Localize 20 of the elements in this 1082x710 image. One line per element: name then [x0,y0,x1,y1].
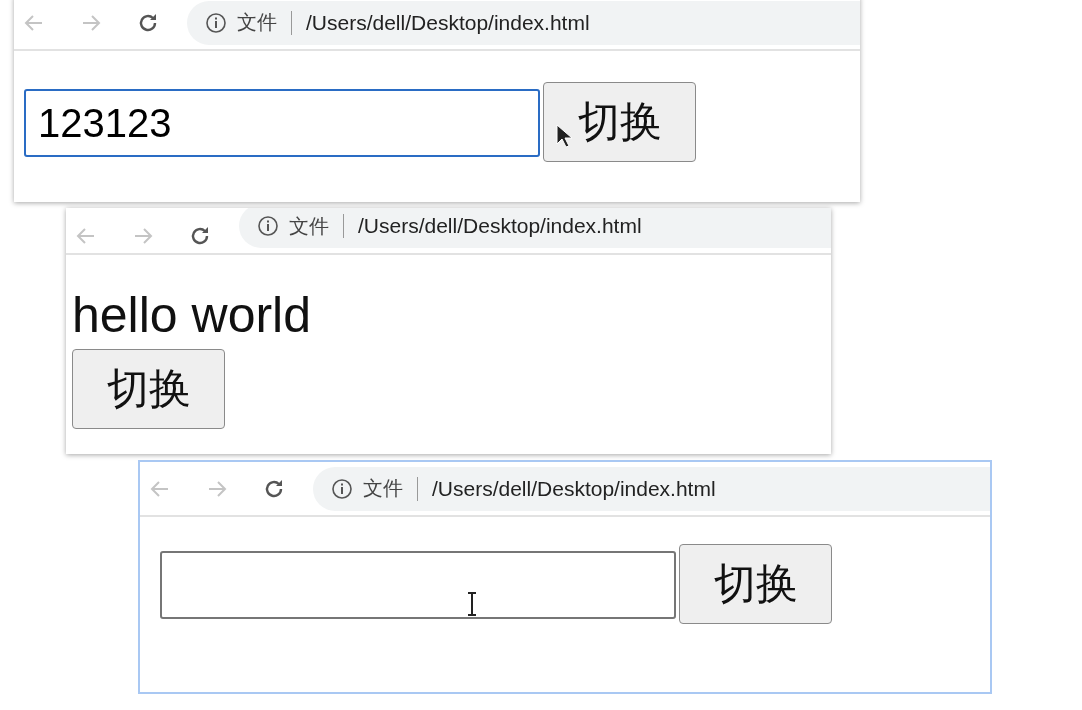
info-icon [331,477,353,500]
switch-button[interactable]: 切换 [72,349,225,429]
info-icon [205,11,227,34]
switch-button[interactable]: 切换 [543,82,696,162]
mouse-pointer-icon [556,124,572,148]
address-bar[interactable]: 文件 /Users/dell/Desktop/index.html [239,208,831,248]
site-info-label: 文件 [363,476,403,501]
switch-button[interactable]: 切换 [679,544,832,624]
text-cursor-icon [466,591,478,617]
text-input[interactable] [160,551,676,619]
text-input[interactable]: 123123 [24,89,540,157]
site-info-label: 文件 [289,213,329,239]
url-text: /Users/dell/Desktop/index.html [358,214,642,238]
address-bar[interactable]: 文件 /Users/dell/Desktop/index.html [313,466,990,511]
url-text: /Users/dell/Desktop/index.html [432,476,716,501]
page-text: hello world [72,286,311,345]
info-icon [257,215,279,237]
url-text: /Users/dell/Desktop/index.html [306,10,590,35]
address-bar[interactable]: 文件 /Users/dell/Desktop/index.html [187,0,860,45]
site-info-label: 文件 [237,10,277,35]
